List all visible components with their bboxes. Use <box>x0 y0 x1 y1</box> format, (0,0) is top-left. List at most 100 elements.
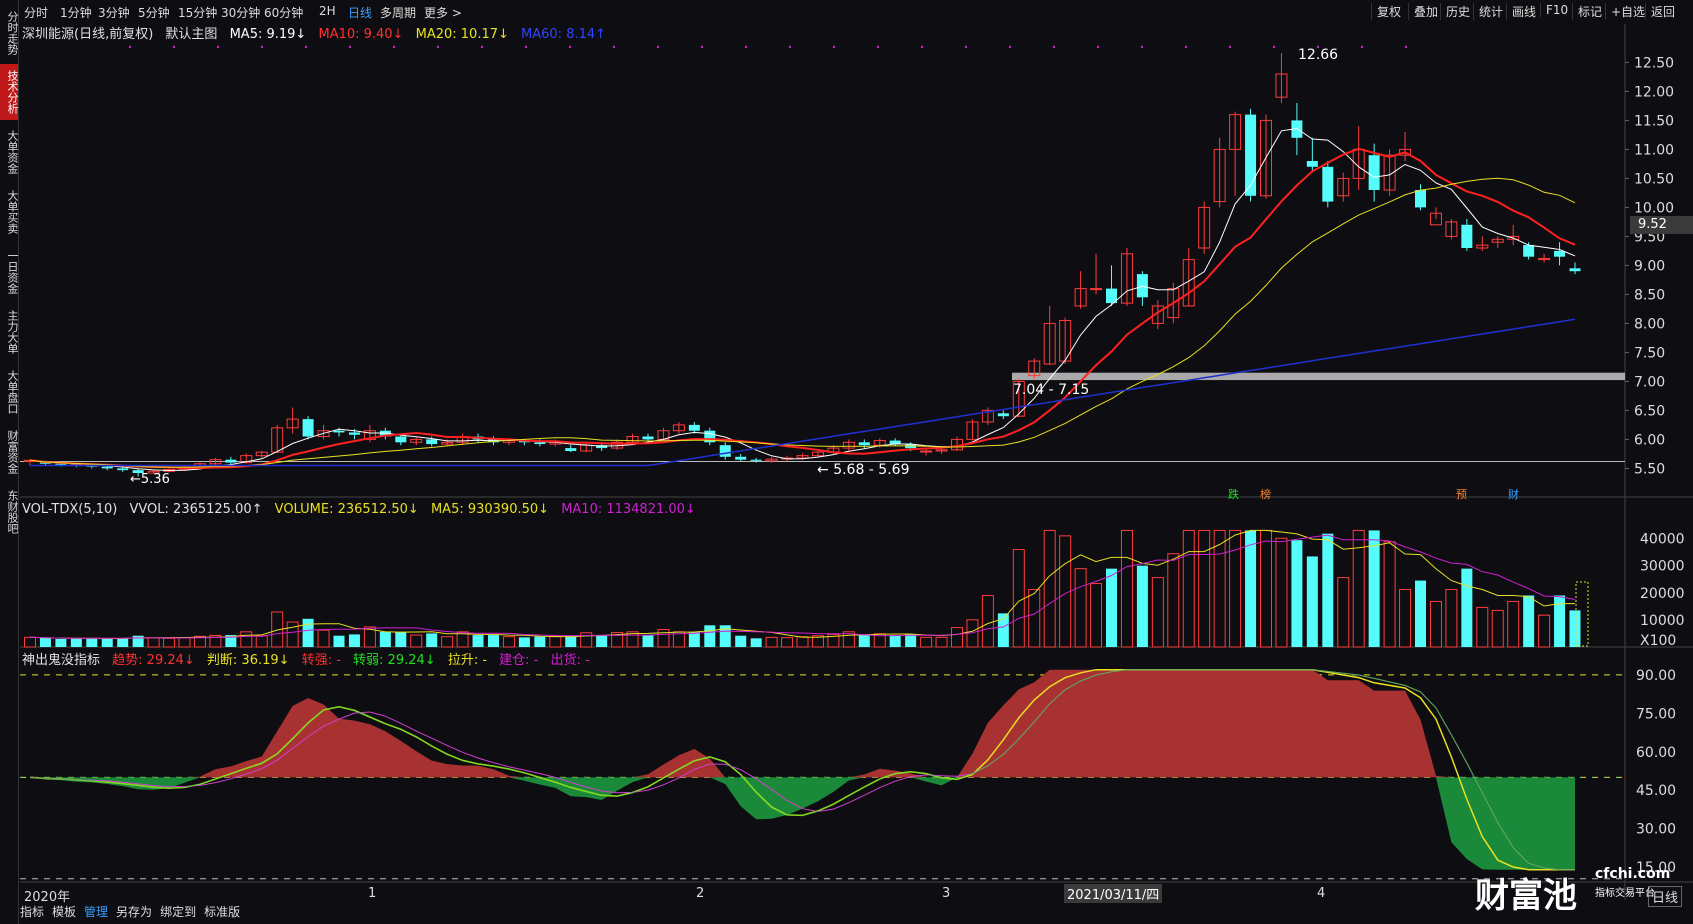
bottom-item-5[interactable]: 标准版 <box>204 905 240 919</box>
volume-bar <box>1523 595 1535 647</box>
signal-dot <box>744 45 748 49</box>
trend-area-up <box>30 669 1575 778</box>
volume-bar <box>1383 541 1396 648</box>
volume-bar <box>750 638 762 647</box>
candle-body <box>395 436 407 443</box>
volume-bar <box>39 637 51 647</box>
volume-bar <box>549 636 562 648</box>
candle-body <box>1136 274 1148 298</box>
candle-body <box>858 442 870 446</box>
x-label-mar: 3 <box>942 886 951 901</box>
ship-value: 出货: - <box>550 653 590 668</box>
volume-bar <box>781 637 794 648</box>
vol-ma10-line <box>29 534 1576 639</box>
volume-bar <box>1182 529 1195 648</box>
volume-bar <box>735 635 747 647</box>
trend-value: 趋势: 29.24↓ <box>112 653 195 668</box>
volume-bar <box>1291 540 1303 647</box>
vol-ma5-line <box>29 529 1575 639</box>
price-axis-label-7: 9.00 <box>1634 258 1665 274</box>
candle-body <box>642 436 654 440</box>
marker-3[interactable]: 预 <box>1456 486 1467 502</box>
price-axis-label-4: 10.50 <box>1634 171 1674 187</box>
vol-ma10-value: MA10: 1134821.00↓ <box>561 502 696 517</box>
signal-dot <box>172 45 176 49</box>
signal-dot <box>216 45 220 49</box>
bottom-toolbar: 指标 模板 管理 另存为 绑定到 标准版 <box>20 903 248 920</box>
volume-bar <box>1229 529 1242 648</box>
signal-dot <box>832 45 836 49</box>
volume-bar <box>1399 589 1412 648</box>
price-axis-label-12: 6.50 <box>1634 403 1665 419</box>
ind-axis-label-3: 45.00 <box>1636 783 1676 799</box>
price-axis-label-13: 6.00 <box>1634 432 1665 448</box>
candle-body <box>117 468 129 471</box>
volume-value: VOLUME: 236512.50↓ <box>274 502 419 517</box>
stock-title[interactable]: 深圳能源(日线,前复权) <box>22 27 153 42</box>
bottom-item-3[interactable]: 另存为 <box>116 905 152 919</box>
ma20-value: MA20: 10.17↓ <box>415 27 509 42</box>
volume-bar <box>1445 589 1458 648</box>
signal-dot <box>1140 45 1144 49</box>
candle-body <box>225 459 237 463</box>
price-axis-label-5: 10.00 <box>1634 200 1674 216</box>
strong-value: 转强: - <box>301 653 341 668</box>
volume-bar <box>935 636 948 648</box>
volume-bar <box>858 635 870 647</box>
volume-bar <box>1213 529 1226 648</box>
volume-bar <box>1322 533 1334 647</box>
marker-1[interactable]: 跌 <box>1228 486 1239 502</box>
volume-bar <box>1043 529 1056 648</box>
signal-dot <box>1272 45 1276 49</box>
signal-dot <box>920 45 924 49</box>
bottom-item-0[interactable]: 指标 <box>20 905 44 919</box>
ind-axis-label-2: 60.00 <box>1636 745 1676 761</box>
bottom-item-2[interactable]: 管理 <box>84 905 108 919</box>
price-axis-label-11: 7.00 <box>1634 374 1665 390</box>
volume-bar <box>502 636 515 648</box>
volume-bar <box>302 618 314 647</box>
high-price-label: 12.66 <box>1298 47 1339 63</box>
bottom-item-4[interactable]: 绑定到 <box>160 905 196 919</box>
signal-dot <box>480 45 484 49</box>
candle-body <box>565 448 577 451</box>
candle-body <box>735 456 747 460</box>
volume-bar <box>1074 568 1087 648</box>
trend-area-down <box>30 777 1575 870</box>
bottom-item-1[interactable]: 模板 <box>52 905 76 919</box>
candle-body <box>1322 166 1334 202</box>
volume-bar <box>86 638 98 647</box>
signal-dot <box>568 45 572 49</box>
vol-axis-label-0: 40000 <box>1640 532 1685 548</box>
indicator-legend: 神出鬼没指标 趋势: 29.24↓ 判断: 36.19↓ 转强: - 转弱: 2… <box>22 649 598 668</box>
volume-bar <box>117 637 129 647</box>
price-axis-label-8: 8.50 <box>1634 287 1665 303</box>
current-price-tag: 9.52 <box>1630 216 1693 234</box>
volume-bar <box>1260 529 1272 648</box>
marker-4[interactable]: 财 <box>1508 486 1519 502</box>
volume-bar <box>981 594 994 648</box>
ma10-value: MA10: 9.40↓ <box>318 27 404 42</box>
ind-axis-label-1: 75.00 <box>1636 706 1676 722</box>
marker-2[interactable]: 榜 <box>1260 486 1271 502</box>
volume-bar <box>1491 609 1504 648</box>
signal-dot <box>1052 45 1056 49</box>
volume-bar <box>1415 580 1426 647</box>
indicator-name[interactable]: 神出鬼没指标 <box>22 653 100 668</box>
candle-body <box>1245 114 1257 196</box>
volume-bar <box>889 635 901 647</box>
candle-body <box>1368 155 1380 190</box>
volume-bar <box>333 635 345 647</box>
vol-name[interactable]: VOL-TDX(5,10) <box>22 502 117 517</box>
low1-text: 5.36 <box>140 472 170 487</box>
volume-bar <box>1461 568 1473 647</box>
volume-bar <box>951 627 963 648</box>
signal-dot <box>612 45 616 49</box>
volume-bar <box>642 635 654 647</box>
signal-dot <box>1360 45 1364 49</box>
chart-name[interactable]: 默认主图 <box>165 27 217 42</box>
signal-dot <box>1008 45 1012 49</box>
volume-bar <box>379 631 391 647</box>
volume-bar <box>488 635 499 647</box>
volume-bar <box>395 631 407 647</box>
